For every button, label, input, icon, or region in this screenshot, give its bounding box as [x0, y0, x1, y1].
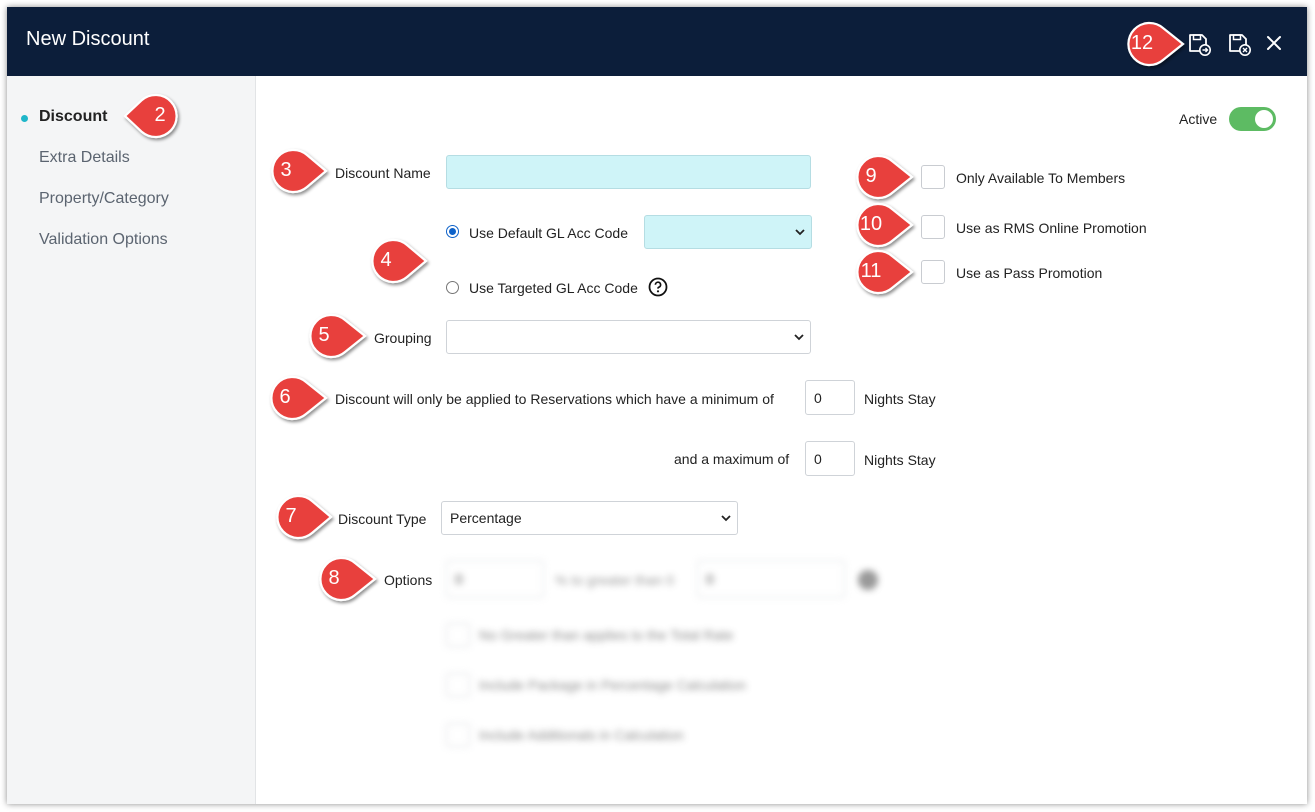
rms-online-promotion-label: Use as RMS Online Promotion [956, 220, 1147, 236]
save-close-icon[interactable] [1226, 31, 1252, 57]
callout-5-number: 5 [318, 324, 330, 346]
chevron-down-icon [795, 229, 805, 236]
max-nights-unit-label: Nights Stay [864, 452, 936, 468]
close-icon[interactable] [1263, 32, 1289, 58]
min-nights-input[interactable] [805, 380, 855, 415]
window-title: New Discount [26, 28, 150, 50]
discount-type-select[interactable]: Percentage [441, 501, 738, 535]
question-circle-icon[interactable] [648, 277, 668, 297]
grouping-select[interactable] [446, 320, 811, 354]
options-value-1-input[interactable]: 0 [446, 560, 544, 598]
options-label: Options [384, 572, 433, 588]
callout-6-number: 6 [279, 386, 291, 408]
chevron-down-icon [794, 334, 804, 341]
callout-11-number: 11 [860, 260, 882, 282]
discount-name-input[interactable] [446, 155, 811, 189]
pass-promotion-checkbox[interactable] [921, 260, 945, 284]
discount-type-label: Discount Type [338, 511, 427, 527]
option-package-label: Include Package in Percentage Calculatio… [479, 677, 746, 693]
active-toggle[interactable] [1229, 107, 1276, 131]
max-nights-input[interactable] [805, 441, 855, 476]
discount-name-label: Discount Name [335, 165, 431, 181]
callout-10-number: 10 [859, 213, 883, 235]
options-value-2-input[interactable]: 0 [697, 560, 845, 598]
option-total-rate-label: No Greater than applies to the Total Rat… [479, 627, 734, 643]
options-mid-text: % to greater than 0 [555, 572, 675, 588]
gl-default-label: Use Default GL Acc Code [469, 225, 629, 241]
callout-2-number: 2 [154, 104, 166, 126]
callout-8-number: 8 [328, 567, 340, 589]
option-package-checkbox[interactable] [446, 673, 470, 697]
gl-targeted-label: Use Targeted GL Acc Code [469, 280, 638, 296]
title-bar: New Discount [7, 7, 1307, 76]
sidebar-item-validation-options[interactable]: Validation Options [39, 231, 168, 249]
gl-default-select[interactable] [644, 215, 812, 249]
chevron-down-icon [721, 515, 731, 522]
callout-3-number: 3 [280, 159, 292, 181]
save-exit-icon[interactable] [1186, 31, 1212, 57]
members-only-label: Only Available To Members [956, 170, 1126, 186]
max-nights-label: and a maximum of [674, 451, 790, 467]
min-nights-unit-label: Nights Stay [864, 391, 936, 407]
gl-targeted-radio[interactable] [446, 281, 459, 294]
sidebar-item-discount[interactable]: Discount [39, 108, 107, 126]
rms-online-promotion-checkbox[interactable] [921, 215, 945, 239]
sidebar: Discount Extra Details Property/Category… [7, 76, 256, 804]
discount-type-value: Percentage [450, 510, 522, 526]
sidebar-item-property-category[interactable]: Property/Category [39, 190, 169, 208]
min-nights-label: Discount will only be applied to Reserva… [335, 391, 774, 407]
new-discount-window: New Discount Discount Extra Details Prop… [7, 7, 1307, 804]
gl-default-radio[interactable] [446, 225, 459, 238]
callout-9-number: 9 [865, 165, 877, 187]
callout-12-number: 12 [1130, 32, 1154, 54]
callout-7-number: 7 [285, 505, 297, 527]
grouping-label: Grouping [374, 330, 432, 346]
active-label: Active [1179, 111, 1218, 127]
option-additionals-label: Include Additionals in Calculation [479, 727, 684, 743]
sidebar-item-extra-details[interactable]: Extra Details [39, 149, 130, 167]
members-only-checkbox[interactable] [921, 165, 945, 189]
option-additionals-checkbox[interactable] [446, 723, 470, 747]
pass-promotion-label: Use as Pass Promotion [956, 265, 1103, 281]
active-indicator-icon [21, 115, 28, 122]
option-total-rate-checkbox[interactable] [446, 623, 470, 647]
help-icon[interactable] [858, 570, 878, 590]
callout-4-number: 4 [380, 249, 392, 271]
